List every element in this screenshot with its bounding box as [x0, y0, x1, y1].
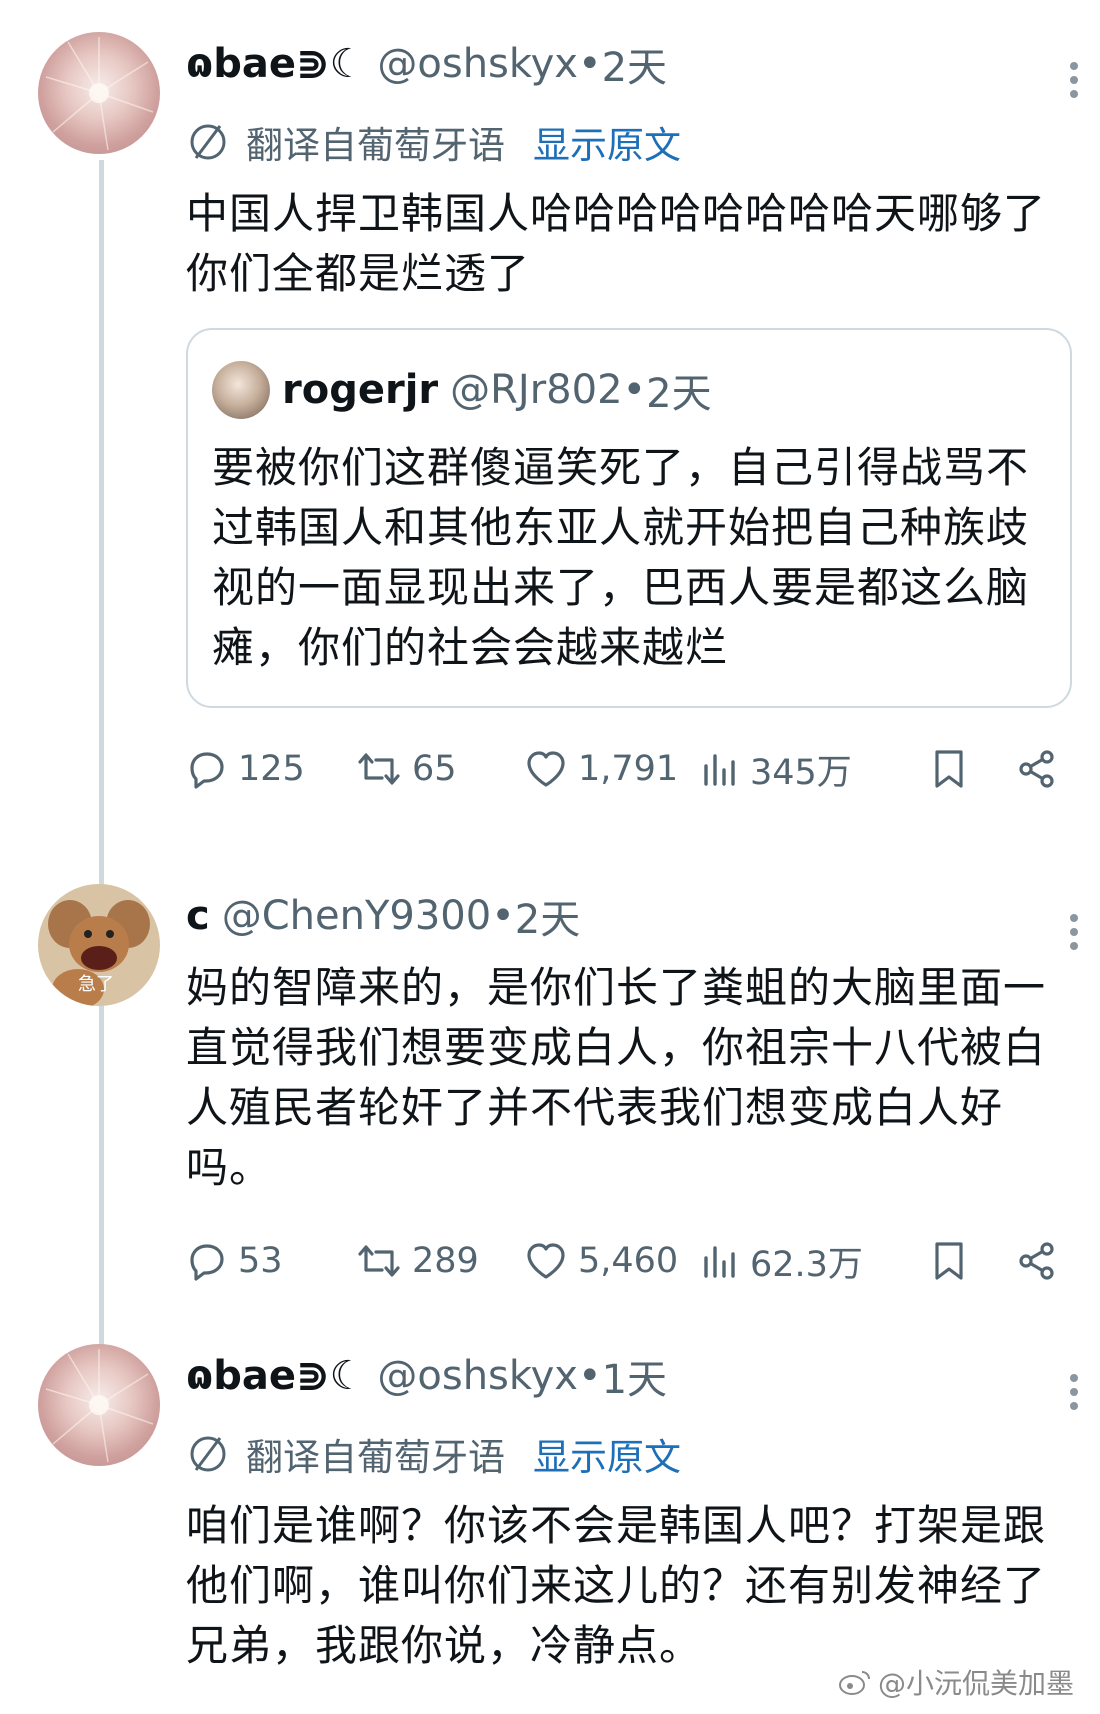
share-icon	[1019, 750, 1054, 788]
reply-count: 53	[238, 1241, 283, 1281]
avatar-caption: 急了	[78, 974, 114, 995]
display-name[interactable]: c	[186, 893, 210, 939]
reply-button[interactable]: 53	[186, 1226, 283, 1296]
show-original-link[interactable]: 显示原文	[533, 1427, 681, 1481]
watermark: @小沅侃美加墨	[838, 1662, 1074, 1702]
tweet-text: 中国人捍卫韩国人哈哈哈哈哈哈哈哈天哪够了你们全都是烂透了	[186, 189, 1047, 298]
separator-dot: •	[491, 893, 515, 939]
view-count: 62.3万	[750, 1244, 863, 1285]
bookmark-icon	[935, 750, 963, 788]
action-bar: 125 65 1,791 345万	[186, 734, 1072, 804]
avatar[interactable]	[38, 1344, 160, 1466]
display-name[interactable]: ɷbae⋑☾	[186, 1353, 365, 1399]
translate-icon	[190, 1436, 226, 1472]
views-icon	[704, 754, 735, 786]
separator-dot: •	[577, 1353, 602, 1399]
share-button[interactable]	[1016, 734, 1068, 804]
heart-icon	[527, 1243, 565, 1279]
tweet-header: ɷbae⋑☾ @oshskyx • 1天	[186, 1344, 1072, 1408]
tweet-text: 妈的智障来的，是你们长了粪蛆的大脑里面一直觉得我们想要变成白人，你祖宗十八代被白…	[186, 963, 1047, 1192]
separator-dot: •	[577, 41, 602, 87]
timestamp[interactable]: 2天	[515, 887, 580, 945]
translation-bar: 翻译自葡萄牙语 显示原文	[186, 110, 1072, 174]
retweet-count: 289	[412, 1241, 479, 1281]
display-name[interactable]: ɷbae⋑☾	[186, 41, 365, 87]
quoted-timestamp: 2天	[646, 371, 712, 417]
like-button[interactable]: 5,460	[524, 1226, 678, 1296]
reply-button[interactable]: 125	[186, 734, 305, 804]
more-options-icon[interactable]	[1068, 908, 1080, 956]
view-count: 345万	[750, 752, 852, 793]
quoted-user-handle: @RJr802	[450, 367, 623, 413]
like-count: 1,791	[578, 749, 679, 789]
quoted-avatar	[212, 361, 270, 419]
timestamp[interactable]: 1天	[602, 1347, 667, 1405]
weibo-logo-icon	[838, 1671, 870, 1695]
more-options-icon[interactable]	[1068, 1368, 1080, 1416]
more-options-icon[interactable]	[1068, 56, 1080, 104]
bookmark-icon	[935, 1242, 963, 1280]
heart-icon	[527, 751, 565, 787]
translate-icon	[190, 124, 226, 160]
views-icon	[704, 1246, 735, 1278]
retweet-icon	[358, 753, 400, 785]
tweet-header: c @ChenY9300 • 2天	[186, 884, 1072, 948]
tweet-header: ɷbae⋑☾ @oshskyx • 2天	[186, 32, 1072, 96]
show-original-link[interactable]: 显示原文	[533, 115, 681, 169]
quoted-tweet-text: 要被你们这群傻逼笑死了，自己引得战骂不过韩国人和其他东亚人就开始把自己种族歧视的…	[212, 443, 1030, 672]
retweet-button[interactable]: 289	[356, 1226, 479, 1296]
bookmark-button[interactable]	[930, 734, 978, 804]
action-bar: 53 289 5,460 62.3万	[186, 1226, 1072, 1296]
user-handle[interactable]: @oshskyx	[377, 1353, 578, 1399]
like-count: 5,460	[578, 1241, 679, 1281]
user-handle[interactable]: @oshskyx	[377, 41, 578, 87]
user-handle[interactable]: @ChenY9300	[222, 893, 491, 939]
quoted-tweet[interactable]: rogerjr @RJr802 • 2天 要被你们这群傻逼笑死了，自己引得战骂不…	[186, 328, 1072, 708]
retweet-icon	[358, 1245, 400, 1277]
watermark-text: @小沅侃美加墨	[877, 1667, 1074, 1700]
translation-bar: 翻译自葡萄牙语 显示原文	[186, 1422, 1072, 1486]
translated-from-label: 翻译自葡萄牙语	[246, 124, 505, 167]
reply-icon	[190, 752, 224, 789]
quoted-tweet-header: rogerjr @RJr802 • 2天	[212, 358, 1046, 422]
timestamp[interactable]: 2天	[602, 35, 667, 93]
avatar[interactable]	[38, 32, 160, 154]
quoted-display-name: rogerjr	[282, 367, 439, 413]
thread-line	[99, 160, 104, 1360]
bookmark-button[interactable]	[930, 1226, 978, 1296]
avatar[interactable]: 急了	[38, 884, 160, 1006]
share-icon	[1019, 1242, 1054, 1280]
share-button[interactable]	[1016, 1226, 1068, 1296]
reply-icon	[190, 1244, 224, 1281]
retweet-button[interactable]: 65	[356, 734, 457, 804]
retweet-count: 65	[412, 749, 457, 789]
views-button[interactable]: 62.3万	[700, 1226, 863, 1296]
views-button[interactable]: 345万	[700, 734, 852, 804]
tweet-text: 咱们是谁啊？你该不会是韩国人吧？打架是跟他们啊，谁叫你们来这儿的？还有别发神经了…	[186, 1501, 1047, 1670]
separator-dot: •	[622, 367, 647, 413]
like-button[interactable]: 1,791	[524, 734, 678, 804]
reply-count: 125	[238, 749, 305, 789]
translated-from-label: 翻译自葡萄牙语	[246, 1436, 505, 1479]
